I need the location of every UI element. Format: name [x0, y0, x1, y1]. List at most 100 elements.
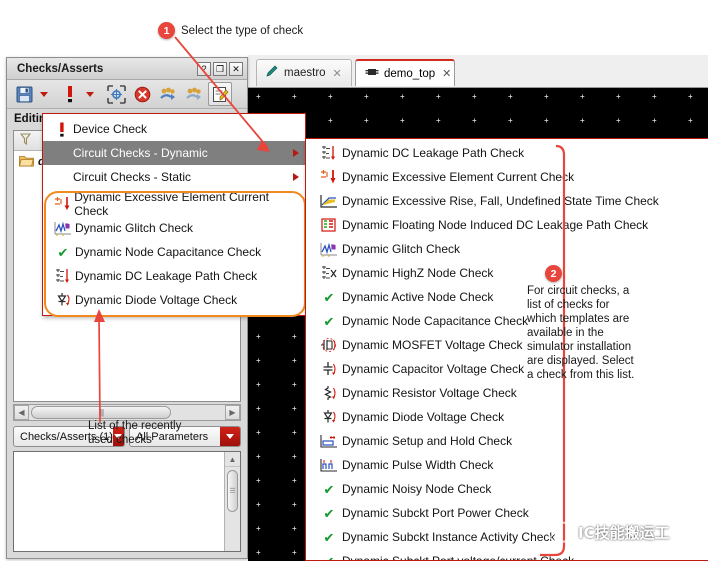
- highz-icon: [316, 265, 342, 281]
- edit-icon[interactable]: [208, 82, 232, 106]
- close-icon[interactable]: ✕: [442, 67, 451, 80]
- checks-toolbar: [7, 80, 247, 109]
- diode-icon: [51, 292, 75, 308]
- window-title-bar[interactable]: Checks/Asserts ? ❐ ✕: [7, 58, 247, 80]
- ramp-icon: [316, 194, 342, 208]
- grid-dot: +: [508, 116, 513, 125]
- submenu-item[interactable]: ✔ Dynamic Node Capacitance Check: [306, 309, 708, 333]
- leakage-icon: [316, 145, 342, 161]
- green-check-icon: ✔: [323, 529, 335, 545]
- device-check-icon[interactable]: [58, 82, 82, 106]
- annotation-1-text: Select the type of check: [181, 25, 304, 37]
- chip-icon: [365, 66, 379, 81]
- scroll-left-button[interactable]: ◀: [14, 405, 29, 420]
- scroll-thumb[interactable]: ||||: [31, 406, 171, 419]
- submenu-item[interactable]: ✔ Dynamic Noisy Node Check: [306, 477, 708, 501]
- submenu-item[interactable]: Dynamic HighZ Node Check: [306, 261, 708, 285]
- menu-item-circuit-checks-dynamic[interactable]: Circuit Checks - Dynamic: [43, 141, 305, 165]
- chevron-right-icon: [293, 173, 299, 181]
- grid-dot: +: [472, 116, 477, 125]
- recent-check-item[interactable]: Dynamic Excessive Element Current Check: [43, 190, 305, 218]
- close-icon[interactable]: ✕: [333, 67, 342, 80]
- grid-dot: +: [328, 116, 333, 125]
- copy-to-icon[interactable]: [156, 82, 180, 106]
- close-button[interactable]: ✕: [229, 61, 243, 76]
- submenu-item[interactable]: Dynamic Excessive Element Current Check: [306, 165, 708, 189]
- menu-item-device-check[interactable]: Device Check: [43, 117, 305, 141]
- submenu-item[interactable]: Dynamic Floating Node Induced DC Leakage…: [306, 213, 708, 237]
- save-icon[interactable]: [12, 82, 36, 106]
- submenu-item[interactable]: ✔ Dynamic Subckt Port voltage/current Ch…: [306, 549, 708, 560]
- floating-node-icon: [316, 217, 342, 233]
- circuit-checks-dynamic-submenu[interactable]: Dynamic DC Leakage Path Check Dynamic Ex…: [305, 138, 708, 561]
- grid-dot: +: [436, 116, 441, 125]
- grid-dot: +: [688, 92, 693, 101]
- tab-label: maestro: [284, 67, 326, 79]
- scroll-thumb[interactable]: ☰: [227, 470, 238, 512]
- capacitor-icon: [316, 361, 342, 377]
- submenu-item[interactable]: Dynamic Capacitor Voltage Check: [306, 357, 708, 381]
- submenu-item[interactable]: ✔ Dynamic Active Node Check: [306, 285, 708, 309]
- save-dropdown-icon[interactable]: [38, 82, 50, 106]
- create-check-dropdown-icon[interactable]: [84, 82, 96, 106]
- tab-label: demo_top: [384, 67, 436, 80]
- editor-tab-bar: maestro ✕ demo_top ✕: [248, 55, 708, 88]
- submenu-item-label: Dynamic Subckt Instance Activity Check: [342, 530, 556, 544]
- help-button[interactable]: ?: [197, 61, 211, 76]
- annotation-badge-1: 1: [158, 22, 175, 39]
- copy-from-icon[interactable]: [182, 82, 206, 106]
- submenu-item-label: Dynamic Resistor Voltage Check: [342, 386, 517, 400]
- recent-check-label: Dynamic Excessive Element Current Check: [74, 190, 269, 218]
- recent-check-item[interactable]: Dynamic Glitch Check: [43, 216, 305, 240]
- recent-checks-group: Dynamic Excessive Element Current Check …: [43, 189, 305, 312]
- delete-icon[interactable]: [130, 82, 154, 106]
- recent-checks-list[interactable]: ▲ ☰: [13, 451, 241, 552]
- window-title: Checks/Asserts: [17, 62, 104, 75]
- grid-dot: +: [364, 92, 369, 101]
- grid-dot: +: [292, 524, 297, 533]
- watermark-text: IC技能搬运工: [578, 523, 670, 542]
- scroll-up-button[interactable]: ▲: [225, 452, 240, 467]
- grid-dot: +: [292, 380, 297, 389]
- submenu-item[interactable]: Dynamic Pulse Width Check: [306, 453, 708, 477]
- grid-dot: +: [364, 116, 369, 125]
- menu-item-label: Circuit Checks - Dynamic: [73, 146, 208, 160]
- check-type-menu[interactable]: Device Check Circuit Checks - Dynamic Ci…: [42, 113, 306, 316]
- recent-check-item[interactable]: Dynamic Diode Voltage Check: [43, 288, 305, 312]
- grid-dot: +: [256, 452, 261, 461]
- select-target-icon[interactable]: [104, 82, 128, 106]
- submenu-item[interactable]: Dynamic MOSFET Voltage Check: [306, 333, 708, 357]
- restore-button[interactable]: ❐: [213, 61, 227, 76]
- submenu-item-label: Dynamic Noisy Node Check: [342, 482, 492, 496]
- submenu-item[interactable]: Dynamic Diode Voltage Check: [306, 405, 708, 429]
- chevron-down-icon[interactable]: [220, 427, 240, 446]
- menu-item-label: Device Check: [73, 122, 148, 136]
- submenu-item-label: Dynamic Node Capacitance Check: [342, 314, 529, 328]
- submenu-item[interactable]: Dynamic DC Leakage Path Check: [306, 141, 708, 165]
- recent-check-label: Dynamic Node Capacitance Check: [75, 245, 262, 259]
- recent-check-item[interactable]: Dynamic DC Leakage Path Check: [43, 264, 305, 288]
- tab-maestro[interactable]: maestro ✕: [256, 59, 352, 86]
- setup-hold-icon: [316, 434, 342, 449]
- grid-dot: +: [580, 116, 585, 125]
- grid-dot: +: [292, 404, 297, 413]
- grid-dot: +: [292, 452, 297, 461]
- menu-item-circuit-checks-static[interactable]: Circuit Checks - Static: [43, 165, 305, 189]
- submenu-item[interactable]: Dynamic Excessive Rise, Fall, Undefined …: [306, 189, 708, 213]
- grid-dot: +: [580, 92, 585, 101]
- watermark-logo-icon: [548, 521, 572, 543]
- submenu-item-label: Dynamic DC Leakage Path Check: [342, 146, 525, 160]
- submenu-item[interactable]: Dynamic Glitch Check: [306, 237, 708, 261]
- recent-check-label: Dynamic Diode Voltage Check: [75, 293, 238, 307]
- grid-dot: +: [256, 356, 261, 365]
- grid-dot: +: [256, 476, 261, 485]
- grid-dot: +: [472, 92, 477, 101]
- grid-dot: +: [652, 116, 657, 125]
- submenu-item[interactable]: Dynamic Resistor Voltage Check: [306, 381, 708, 405]
- recent-check-item[interactable]: ✔ Dynamic Node Capacitance Check: [43, 240, 305, 264]
- tab-demo-top[interactable]: demo_top ✕: [355, 59, 455, 86]
- scroll-right-button[interactable]: ▶: [225, 405, 240, 420]
- list-vertical-scrollbar[interactable]: ▲ ☰: [224, 452, 240, 551]
- grid-dot: +: [292, 500, 297, 509]
- submenu-item[interactable]: Dynamic Setup and Hold Check: [306, 429, 708, 453]
